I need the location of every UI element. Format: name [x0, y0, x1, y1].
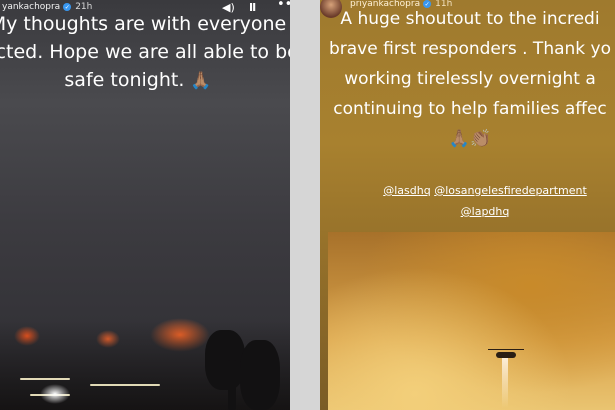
- mention-link[interactable]: @losangelesfiredepartment: [434, 184, 587, 197]
- story-caption-right: A huge shoutout to the incredi brave fir…: [320, 4, 615, 154]
- caption-line: fected. Hope we are all able to be: [0, 41, 290, 63]
- praying-hands-emoji: 🙏🏽: [190, 71, 212, 91]
- water-drop: [502, 358, 508, 408]
- story-caption-left: My thoughts are with everyone fected. Ho…: [0, 10, 290, 95]
- story-left[interactable]: yankachopra ✓ 21h ◀) II ••• My thoughts …: [0, 0, 290, 410]
- caption-line: safe tonight. 🙏🏽: [0, 66, 290, 95]
- caption-line-text: safe tonight.: [64, 69, 185, 91]
- mention-link[interactable]: @lapdhq: [461, 205, 510, 218]
- tree-trunk: [228, 360, 236, 410]
- city-lights: [20, 378, 70, 380]
- caption-line: working tirelessly overnight a: [344, 69, 596, 89]
- city-lights: [90, 384, 160, 386]
- palm-tree: [240, 340, 280, 410]
- palm-tree: [205, 330, 245, 390]
- helicopter-rotor: [488, 349, 524, 350]
- mentions-row: @lapdhq: [320, 205, 615, 218]
- story-divider: [290, 0, 320, 410]
- wildfire-photo: [328, 232, 615, 410]
- street-light: [40, 384, 70, 404]
- caption-line: A huge shoutout to the incredi: [340, 9, 600, 29]
- caption-line: brave first responders . Thank yo: [328, 39, 611, 59]
- story-right[interactable]: priyankachopra ✓ 11h A huge shoutout to …: [320, 0, 615, 410]
- caption-line: My thoughts are with everyone: [0, 13, 287, 35]
- praying-clapping-emoji: 🙏🏽👏🏽: [448, 129, 492, 149]
- caption-line: continuing to help families affec: [333, 99, 607, 119]
- mention-link[interactable]: @lasdhq: [383, 184, 430, 197]
- mentions-row: @lasdhq @losangelesfiredepartment: [320, 184, 615, 197]
